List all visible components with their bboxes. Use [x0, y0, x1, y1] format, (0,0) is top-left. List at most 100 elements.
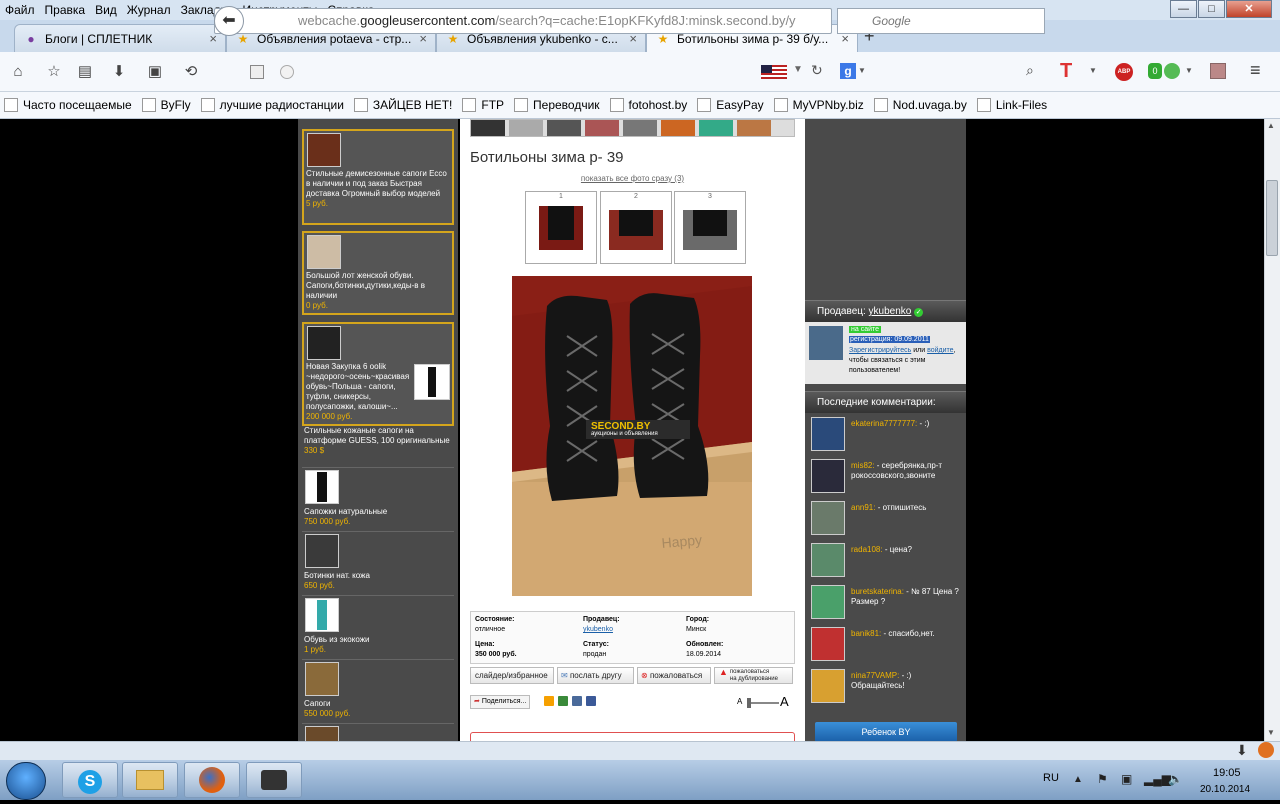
minimize-button[interactable]: — — [1170, 0, 1197, 18]
network-signal-icon[interactable]: ▂▄▆ — [1144, 772, 1171, 786]
comment-item[interactable]: mis82: - серебрянка,пр-т рокоссовского,з… — [811, 459, 961, 497]
comment-avatar[interactable] — [811, 501, 845, 535]
comment-avatar[interactable] — [811, 669, 845, 703]
menu-edit[interactable]: Правка — [40, 3, 91, 17]
hamburger-menu-icon[interactable]: ≡ — [1250, 60, 1261, 81]
scrollbar-thumb[interactable] — [1266, 180, 1278, 256]
tab-spletnik[interactable]: ● Блоги | СПЛЕТНИК × — [14, 24, 226, 52]
download-arrow-icon[interactable]: ⬇ — [1236, 742, 1248, 759]
site-identity-icon[interactable] — [280, 65, 294, 79]
comment-item[interactable]: rada108: - цена? — [811, 543, 961, 581]
bookmark-item[interactable]: лучшие радиостанции — [200, 98, 344, 112]
home-icon[interactable]: ⌂ — [8, 62, 28, 82]
bookmark-item[interactable]: fotohost.by — [609, 98, 687, 112]
ad-thumbnail[interactable] — [307, 133, 341, 167]
show-all-photos-link[interactable]: показать все фото сразу (3) — [460, 174, 805, 183]
clock-date[interactable]: 20.10.2014 — [1200, 784, 1250, 795]
taskbar-camera-app[interactable] — [246, 762, 302, 798]
ad-thumbnail[interactable] — [307, 235, 341, 269]
clock-time[interactable]: 19:05 — [1213, 767, 1241, 779]
addon-icon[interactable] — [1210, 63, 1226, 79]
dropdown-arrow-icon[interactable]: ▼ — [1185, 66, 1193, 75]
ad-thumbnail[interactable] — [305, 534, 339, 568]
bookmark-item[interactable]: Переводчик — [514, 98, 600, 112]
bookmark-item[interactable]: EasyPay — [697, 98, 764, 112]
google-search-engine-icon[interactable]: g — [840, 63, 856, 79]
magnifier-icon[interactable]: ⌕ — [1026, 62, 1034, 79]
dropdown-arrow-icon[interactable]: ▼ — [793, 64, 803, 75]
bookmark-item[interactable]: Nod.uvaga.by — [873, 98, 967, 112]
search-engine-dropdown-icon[interactable]: ▼ — [858, 66, 866, 75]
comment-user[interactable]: buretskaterina: — [851, 587, 904, 596]
comment-item[interactable]: ekaterina7777777: - :) — [811, 417, 961, 455]
taskbar-explorer[interactable] — [122, 762, 178, 798]
comment-user[interactable]: mis82: — [851, 461, 875, 470]
bookmark-item[interactable]: ЗАЙЦЕВ НЕТ! — [353, 98, 452, 112]
facebook-icon[interactable] — [586, 696, 596, 706]
bookmark-item[interactable]: MyVPNby.biz — [773, 98, 864, 112]
share-button[interactable]: ➦ Поделиться... — [470, 695, 531, 709]
font-size-slider[interactable] — [747, 702, 779, 704]
ad-item[interactable]: Обувь из экокожи 1 руб. — [302, 595, 454, 657]
scroll-up-arrow-icon[interactable]: ▲ — [1267, 121, 1275, 130]
complain-button[interactable]: ⊗ пожаловаться — [637, 667, 711, 684]
comment-item[interactable]: ann91: - отпишитесь — [811, 501, 961, 539]
sync-icon[interactable]: ⟲ — [181, 62, 201, 82]
bookmark-item[interactable]: Link-Files — [976, 98, 1047, 112]
slider-favorites-button[interactable]: слайдер/избранное — [470, 667, 554, 684]
bookmark-star-icon[interactable]: ☆ — [44, 62, 64, 82]
comment-user[interactable]: banik81: — [851, 629, 881, 638]
comment-avatar[interactable] — [811, 585, 845, 619]
ad-item[interactable]: Ботинки нат. кожа 650 руб. — [302, 531, 454, 593]
reload-icon[interactable]: ↻ — [811, 62, 823, 79]
send-to-friend-button[interactable]: ✉ послать другу — [557, 667, 634, 684]
url-text[interactable]: webcache.googleusercontent.com/search?q=… — [298, 13, 796, 28]
font-size-slider-handle[interactable] — [747, 698, 751, 708]
ad-thumbnail[interactable] — [305, 662, 339, 696]
photo-thumb-3[interactable]: 3 — [674, 191, 746, 264]
ad-item[interactable]: Сапожки натуральные 750 000 руб. — [302, 467, 454, 529]
search-input[interactable] — [837, 8, 1045, 34]
seller-link[interactable]: ykubenko — [583, 626, 613, 633]
ad-thumbnail[interactable] — [305, 470, 339, 504]
bookmark-item[interactable]: ByFly — [141, 98, 191, 112]
ad-item[interactable]: Стильные демисезонные сапоги Ecco в нали… — [302, 129, 454, 225]
message-box[interactable] — [470, 732, 795, 741]
download-icon[interactable]: ⬇ — [109, 62, 129, 82]
complain-duplicate-button[interactable]: ▲ пожаловаться на дублирование — [714, 667, 793, 684]
start-button[interactable] — [6, 762, 46, 800]
menu-history[interactable]: Журнал — [122, 3, 176, 17]
bookmark-item[interactable]: FTP — [462, 98, 504, 112]
ad-item[interactable]: Большой лот женской обуви. Сапоги,ботинк… — [302, 231, 454, 315]
mailru-icon[interactable] — [558, 696, 568, 706]
comment-avatar[interactable] — [811, 459, 845, 493]
green-addon-icon[interactable] — [1164, 63, 1180, 79]
odnoklassniki-icon[interactable] — [544, 696, 554, 706]
photo-carousel-strip[interactable] — [470, 119, 795, 137]
comment-avatar[interactable] — [811, 627, 845, 661]
ad-item[interactable] — [302, 723, 454, 741]
photo-thumb-1[interactable]: 1 — [525, 191, 597, 264]
page-info-icon[interactable] — [250, 65, 264, 79]
scroll-down-arrow-icon[interactable]: ▼ — [1267, 728, 1275, 737]
tray-expand-icon[interactable]: ▲ — [1073, 774, 1083, 785]
close-window-button[interactable]: ✕ — [1226, 0, 1272, 18]
counter-badge-icon[interactable]: 0 — [1148, 63, 1162, 79]
back-button[interactable]: ⬅ — [214, 6, 244, 36]
adblock-icon[interactable]: ABP — [1115, 63, 1133, 81]
login-link[interactable]: войдите — [927, 347, 953, 354]
seller-avatar[interactable] — [809, 326, 843, 360]
bookmark-item[interactable]: Часто посещаемые — [4, 98, 132, 112]
ad-thumbnail-right[interactable] — [414, 364, 450, 400]
menu-view[interactable]: Вид — [90, 3, 122, 17]
volume-icon[interactable]: 🔈 — [1168, 772, 1183, 786]
tray-app-icon[interactable]: ▣ — [1121, 772, 1132, 786]
comment-item[interactable]: buretskaterina: - № 87 Цена ? Размер ? — [811, 585, 961, 623]
ad-item[interactable]: Стильные кожаные сапоги на платформе GUE… — [302, 424, 454, 458]
keyboard-language[interactable]: RU — [1043, 772, 1059, 784]
menu-file[interactable]: Файл — [0, 3, 40, 17]
comment-user[interactable]: nina77VAMP: — [851, 671, 899, 680]
ad-thumbnail[interactable] — [305, 726, 339, 741]
comment-avatar[interactable] — [811, 543, 845, 577]
ad-item[interactable]: Сапоги 550 000 руб. — [302, 659, 454, 721]
